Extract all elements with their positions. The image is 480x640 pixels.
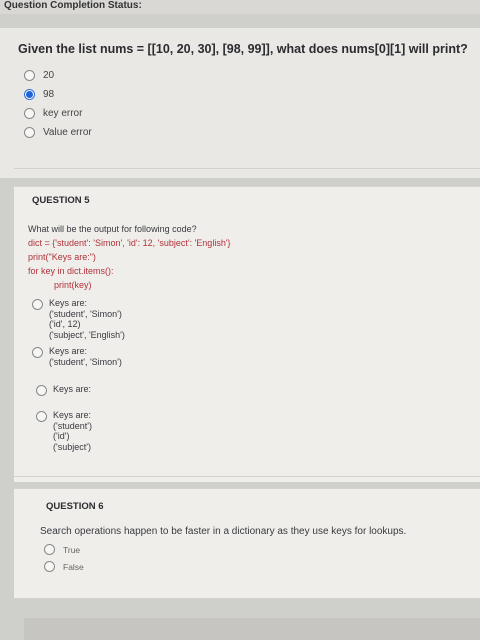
q5-option-c[interactable]: Keys are: xyxy=(36,384,91,396)
footer-strip xyxy=(24,618,480,640)
question-6-heading: QUESTION 6 xyxy=(46,501,104,512)
code-line-4: print(key) xyxy=(54,280,92,290)
radio-button[interactable] xyxy=(44,544,55,555)
radio-button[interactable] xyxy=(24,108,35,119)
q6-option-true[interactable]: True xyxy=(44,544,80,555)
q5-option-d[interactable]: Keys are: ('student') ('id') ('subject') xyxy=(36,410,92,452)
radio-button[interactable] xyxy=(36,411,47,422)
option-line: ('id', 12) xyxy=(49,319,81,329)
radio-button-selected[interactable] xyxy=(24,89,35,100)
radio-button[interactable] xyxy=(44,561,55,572)
option-label: False xyxy=(63,561,84,572)
option-line: ('student', 'Simon') xyxy=(49,308,122,319)
option-line: Keys are: xyxy=(49,346,88,356)
q4-option-20[interactable]: 20 xyxy=(24,70,54,81)
code-line-2: print("Keys are:") xyxy=(28,252,96,262)
option-line: Keys are: xyxy=(53,410,92,420)
code-line-1: dict = {'student': 'Simon', 'id': 12, 's… xyxy=(28,238,231,248)
radio-button[interactable] xyxy=(24,127,35,138)
q5-option-b[interactable]: Keys are: ('student', 'Simon') xyxy=(32,346,122,367)
divider xyxy=(14,168,480,169)
option-line: ('student') xyxy=(53,420,92,431)
option-line: ('student', 'Simon') xyxy=(49,356,122,367)
q5-option-a[interactable]: Keys are: ('student', 'Simon') ('id', 12… xyxy=(32,298,125,340)
divider xyxy=(14,598,480,599)
question-4-prompt: Given the list nums = [[10, 20, 30], [98… xyxy=(18,42,468,56)
radio-button[interactable] xyxy=(36,385,47,396)
option-line: Keys are: xyxy=(49,298,88,308)
q6-option-false[interactable]: False xyxy=(44,561,84,572)
q4-option-value-error[interactable]: Value error xyxy=(24,127,92,138)
option-line: ('id') xyxy=(53,431,70,441)
radio-button[interactable] xyxy=(32,299,43,310)
radio-button[interactable] xyxy=(32,347,43,358)
completion-status-title: Question Completion Status: xyxy=(4,0,142,11)
option-line: ('subject', 'English') xyxy=(49,329,125,340)
option-line: Keys are: xyxy=(53,384,92,394)
option-label: key error xyxy=(43,108,83,119)
option-label: 98 xyxy=(43,89,55,100)
option-label: True xyxy=(63,544,81,555)
q4-option-key-error[interactable]: key error xyxy=(24,108,82,119)
question-5-heading: QUESTION 5 xyxy=(32,195,90,206)
status-bar: Question Completion Status: xyxy=(0,0,480,14)
option-line: ('subject') xyxy=(53,441,91,452)
q4-option-98[interactable]: 98 xyxy=(24,89,54,100)
option-label: 20 xyxy=(43,70,55,81)
divider xyxy=(14,476,480,477)
code-line-3: for key in dict.items(): xyxy=(28,266,114,276)
question-5-prompt: What will be the output for following co… xyxy=(28,224,197,234)
option-label: Value error xyxy=(43,127,92,138)
question-6-prompt: Search operations happen to be faster in… xyxy=(40,526,407,537)
radio-button[interactable] xyxy=(24,70,35,81)
